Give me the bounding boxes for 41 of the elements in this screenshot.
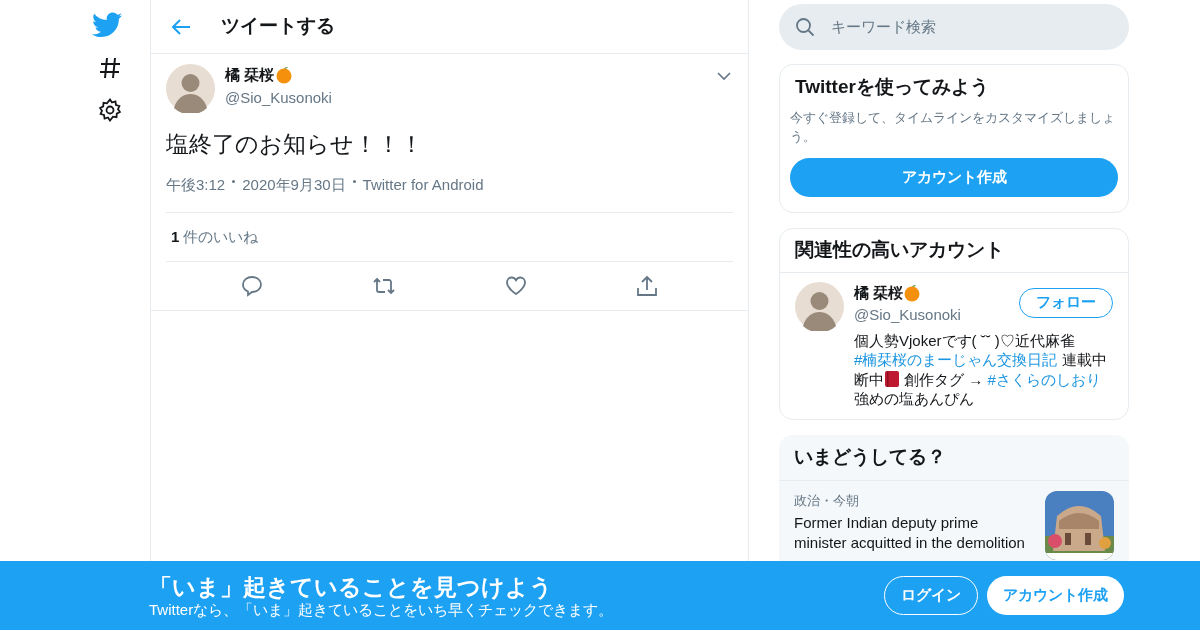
search-field[interactable]: キーワード検索 bbox=[779, 4, 1129, 50]
tweet-date[interactable]: 2020年9月30日 bbox=[242, 173, 346, 196]
hashtag-icon[interactable] bbox=[98, 56, 122, 80]
card-text: 今すぐ登録して、タイムラインをカスタマイズしましょう。 bbox=[790, 108, 1116, 146]
retweet-icon[interactable] bbox=[371, 275, 396, 297]
avatar-icon[interactable] bbox=[166, 64, 215, 113]
tangerine-icon bbox=[275, 66, 294, 85]
reply-icon[interactable] bbox=[240, 275, 263, 297]
hashtag-link[interactable]: #楠栞桜のまーじゃん交換日記 bbox=[854, 351, 1058, 368]
chevron-down-icon[interactable] bbox=[717, 72, 731, 81]
trend-meta: 政治・今朝 bbox=[794, 491, 860, 510]
twitter-logo-icon[interactable] bbox=[92, 12, 122, 38]
back-arrow-icon[interactable] bbox=[171, 17, 191, 36]
user-handle[interactable]: @Sio_Kusonoki bbox=[225, 86, 707, 109]
profile-bio: 個人勢Vjokerです( ˘˘ )♡近代麻雀 #楠栞桜のまーじゃん交換日記 連載中断中 創作タグ → #さくらのしおり 強めの塩あんぴん bbox=[854, 330, 1108, 409]
settings-icon[interactable] bbox=[98, 98, 122, 122]
card-title: 関連性の高いアカウント bbox=[780, 228, 1128, 273]
tweet-text: 塩終了のお知らせ！！！ bbox=[166, 130, 424, 159]
share-icon[interactable] bbox=[636, 275, 659, 297]
heart-icon[interactable] bbox=[505, 276, 528, 296]
tangerine-icon bbox=[903, 283, 922, 302]
avatar-icon[interactable] bbox=[795, 281, 844, 331]
card-title: いまどうしてる？ bbox=[779, 434, 1129, 481]
page-title: ツイートする bbox=[221, 14, 335, 39]
card-title: Twitterを使ってみよう bbox=[794, 75, 990, 99]
search-input[interactable]: キーワード検索 bbox=[831, 15, 1113, 39]
banner-subtitle: Twitterなら、「いま」起きていることをいち早くチェックできます。 bbox=[149, 600, 615, 619]
create-account-button[interactable]: アカウント作成 bbox=[790, 157, 1118, 197]
trend-headline[interactable]: Former Indian deputy prime minister acquitted in the demolition bbox=[794, 513, 1033, 552]
hashtag-link[interactable]: #さくらのしおり bbox=[987, 370, 1101, 388]
book-icon bbox=[884, 369, 900, 388]
banner-title: 「いま」起きていることを見つけよう bbox=[149, 572, 554, 601]
tweet-time[interactable]: 午後3:12 bbox=[166, 173, 226, 196]
like-label[interactable]: 件のいいね bbox=[183, 225, 259, 249]
search-icon bbox=[795, 17, 815, 37]
user-name[interactable]: 橘 栞桜 bbox=[225, 64, 275, 87]
tweet-source[interactable]: Twitter for Android bbox=[362, 173, 484, 196]
user-handle[interactable]: @Sio_Kusonoki bbox=[854, 304, 961, 327]
user-name[interactable]: 橘 栞桜 bbox=[854, 281, 904, 304]
like-count[interactable]: 1 bbox=[171, 225, 180, 249]
create-account-button[interactable]: アカウント作成 bbox=[987, 576, 1124, 615]
